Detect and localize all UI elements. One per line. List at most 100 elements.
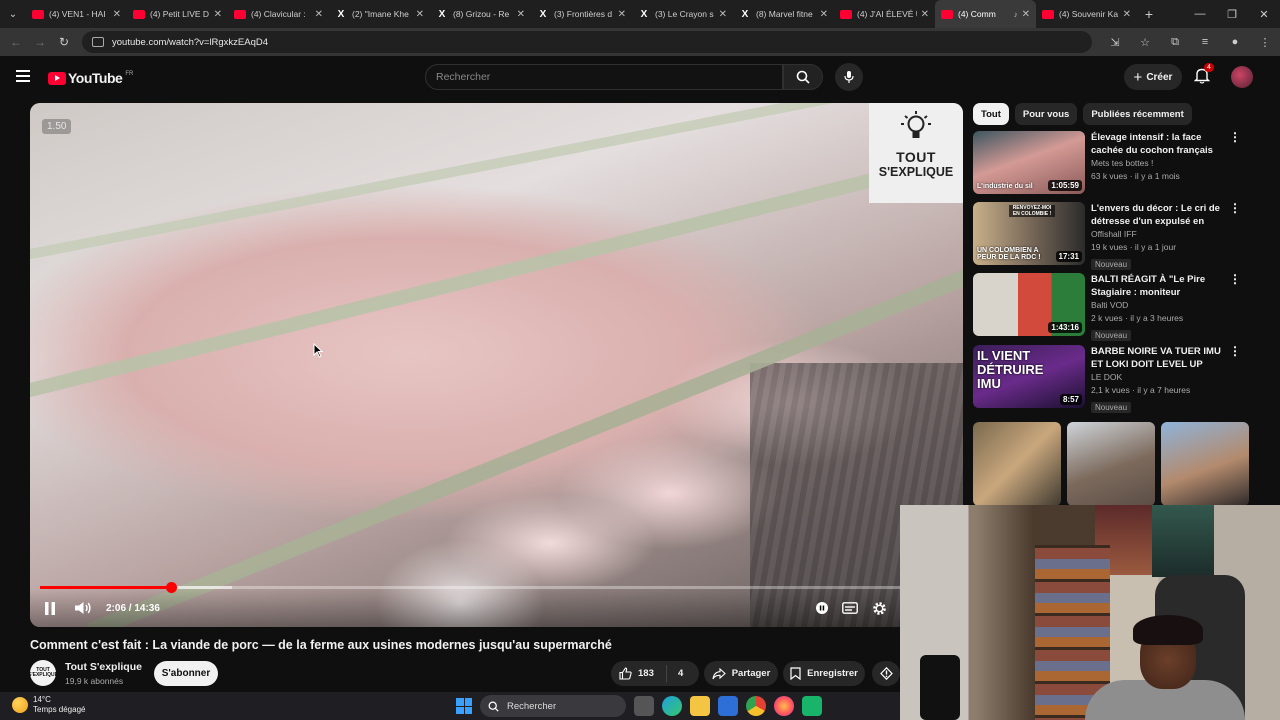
video-thumbnail[interactable]: 1:43:16 [973, 273, 1085, 336]
recommendation-item[interactable]: IL VIENT DÉTRUIRE IMU 8:57 BARBE NOIRE VA … [973, 345, 1243, 413]
profile-icon[interactable]: ● [1220, 36, 1250, 49]
video-player[interactable]: 1.50 TOUT S'EXPLIQUE 2:06 / 14:36 [30, 103, 963, 627]
back-icon[interactable]: ← [4, 35, 28, 49]
url-bar[interactable]: youtube.com/watch?v=lRgxkzEAqD4 [82, 31, 1092, 53]
edge-icon[interactable] [662, 696, 682, 716]
browser-tab[interactable]: X (3) Frontières d ✕ [531, 0, 632, 28]
shorts-thumbnail[interactable] [1067, 422, 1155, 506]
filter-chip[interactable]: Pour vous [1014, 103, 1078, 125]
shorts-thumbnail[interactable] [973, 422, 1061, 506]
browser-tab[interactable]: (4) VEN1 - HAI ✕ [26, 0, 127, 28]
subtitles-icon[interactable] [842, 602, 858, 614]
forward-icon[interactable]: → [28, 35, 52, 49]
maximize-icon[interactable]: ❐ [1216, 8, 1248, 21]
browser-tab[interactable]: X (8) Marvel fitne ✕ [733, 0, 834, 28]
tab-search-icon[interactable]: ⌄ [0, 0, 26, 28]
hype-icon [879, 667, 893, 680]
dislike-button[interactable]: 4 [667, 668, 683, 679]
close-tab-icon[interactable]: ✕ [214, 9, 222, 20]
close-tab-icon[interactable]: ✕ [113, 9, 121, 20]
file-explorer-icon[interactable] [690, 696, 710, 716]
shorts-thumbnail[interactable] [1161, 422, 1249, 506]
video-thumbnail[interactable]: RENVOYEZ-MOI EN COLOMBIE ! UN COLOMBIEN A… [973, 202, 1085, 265]
recommendation-title[interactable]: Élevage intensif : la face cachée du coc… [1091, 131, 1221, 157]
firefox-icon[interactable] [774, 696, 794, 716]
recommendation-title[interactable]: L'envers du décor : Le cri de détresse d… [1091, 202, 1221, 228]
close-tab-icon[interactable]: ✕ [1022, 9, 1030, 20]
channel-name[interactable]: Tout S'explique [65, 661, 142, 673]
recommendation-channel[interactable]: Offishall IFF [1091, 228, 1221, 241]
task-view-icon[interactable] [634, 696, 654, 716]
browser-tab[interactable]: (4) Souvenir Ka ✕ [1036, 0, 1137, 28]
recommendation-item[interactable]: 1:43:16 BALTI RÉAGIT À "Le Pire Stagiaire… [973, 273, 1243, 341]
chrome-icon[interactable] [746, 696, 766, 716]
search-icon [488, 701, 499, 712]
browser-tab[interactable]: X (2) "Imane Khe ✕ [329, 0, 430, 28]
like-button[interactable]: 183 [611, 665, 667, 682]
browser-tab[interactable]: (4) Petit LIVE D ✕ [127, 0, 228, 28]
subscribe-button[interactable]: S'abonner [154, 661, 218, 686]
more-options-icon[interactable]: ⋮ [1229, 202, 1241, 214]
filter-chip[interactable]: Publiées récemment [1083, 103, 1192, 125]
close-tab-icon[interactable]: ✕ [517, 9, 525, 20]
close-tab-icon[interactable]: ✕ [315, 9, 323, 20]
account-avatar[interactable] [1231, 66, 1253, 88]
youtube-logo[interactable]: YouTube FR [48, 70, 133, 86]
hype-button[interactable] [872, 661, 900, 686]
close-window-icon[interactable]: ✕ [1248, 8, 1280, 21]
media-icon[interactable]: ≡ [1190, 36, 1220, 49]
speaker-icon[interactable]: ♪ [1014, 10, 1018, 19]
menu-icon[interactable] [16, 70, 30, 85]
settings-gear-icon[interactable] [872, 601, 887, 616]
store-icon[interactable] [718, 696, 738, 716]
recommendation-channel[interactable]: Mets tes bottes ! [1091, 157, 1221, 170]
site-info-icon[interactable] [92, 37, 104, 47]
new-tab-icon[interactable]: + [1137, 6, 1161, 22]
search-button[interactable] [783, 64, 823, 90]
channel-avatar[interactable]: TOUT S'EXPLIQUE [28, 660, 58, 686]
minimize-icon[interactable]: — [1184, 8, 1216, 20]
video-thumbnail[interactable]: IL VIENT DÉTRUIRE IMU 8:57 [973, 345, 1085, 408]
close-tab-icon[interactable]: ✕ [1123, 9, 1131, 20]
recommendation-channel[interactable]: LE DOK [1091, 371, 1221, 384]
pause-icon[interactable] [44, 601, 56, 615]
browser-tab[interactable]: (4) Comm ♪ ✕ [935, 0, 1036, 28]
volume-icon[interactable] [74, 601, 92, 615]
reload-icon[interactable]: ↻ [52, 35, 76, 49]
browser-menu-icon[interactable]: ⋮ [1250, 36, 1280, 49]
voice-search-button[interactable] [835, 63, 863, 91]
more-options-icon[interactable]: ⋮ [1229, 273, 1241, 285]
weather-widget[interactable]: 14°C Temps dégagé [12, 695, 85, 715]
more-options-icon[interactable]: ⋮ [1229, 131, 1241, 143]
filter-chip[interactable]: Tout [973, 103, 1009, 125]
taskbar-search[interactable]: Rechercher [480, 695, 626, 717]
xbox-app-icon[interactable] [802, 696, 822, 716]
recommendation-channel[interactable]: Balti VOD [1091, 299, 1221, 312]
close-tab-icon[interactable]: ✕ [921, 9, 929, 20]
bookmark-star-icon[interactable]: ☆ [1130, 36, 1160, 49]
search-placeholder: Rechercher [436, 71, 491, 83]
share-button[interactable]: Partager [704, 661, 778, 686]
save-button[interactable]: Enregistrer [783, 661, 865, 686]
recommendation-item[interactable]: RENVOYEZ-MOI EN COLOMBIE ! UN COLOMBIEN A… [973, 202, 1243, 270]
close-tab-icon[interactable]: ✕ [618, 9, 626, 20]
browser-tab[interactable]: (4) Clavicular : ✕ [228, 0, 329, 28]
close-tab-icon[interactable]: ✕ [416, 9, 424, 20]
close-tab-icon[interactable]: ✕ [820, 9, 828, 20]
recommendation-item[interactable]: L'industrie du sil 1:05:59 Élevage intensi… [973, 131, 1243, 195]
windows-start-icon[interactable] [456, 698, 472, 714]
extensions-icon[interactable]: ⧉ [1160, 36, 1190, 49]
create-button[interactable]: + Créer [1124, 64, 1182, 90]
notifications-button[interactable]: 4 [1193, 63, 1214, 89]
install-icon[interactable]: ⇲ [1100, 36, 1130, 49]
autoplay-toggle-icon[interactable] [816, 602, 828, 614]
search-input[interactable]: Rechercher [425, 64, 783, 90]
recommendation-title[interactable]: BALTI RÉAGIT À "Le Pire Stagiaire : moni… [1091, 273, 1221, 299]
more-options-icon[interactable]: ⋮ [1229, 345, 1241, 357]
close-tab-icon[interactable]: ✕ [719, 9, 727, 20]
video-thumbnail[interactable]: L'industrie du sil 1:05:59 [973, 131, 1085, 194]
browser-tab[interactable]: X (8) Grizou - Re ✕ [430, 0, 531, 28]
browser-tab[interactable]: X (3) Le Crayon s ✕ [632, 0, 733, 28]
recommendation-title[interactable]: BARBE NOIRE VA TUER IMU ET LOKI DOIT LEV… [1091, 345, 1221, 371]
browser-tab[interactable]: (4) J'AI ÉLEVÉ U ✕ [834, 0, 935, 28]
